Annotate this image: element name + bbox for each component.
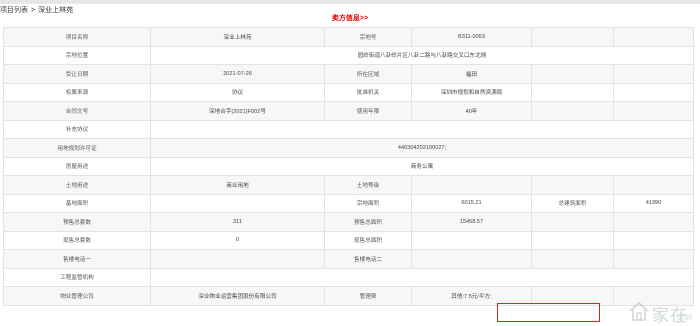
field-label: 管理费 [324,286,412,306]
project-info-table: 项目名称 深业上林苑 宗地号 B311-0053 宗地位置 园岭街道八卦岭片区八卦二路与八… [3,27,694,306]
field-value [613,27,694,47]
field-label: 土地等级 [324,175,412,195]
field-value [150,119,694,139]
field-value [613,101,694,121]
field-value: 商务公寓 [150,156,694,176]
table-row: 用地规划许可证 440304202100027; [3,138,694,158]
field-label: 房屋用途 [3,156,151,176]
field-value: 0 [150,230,325,250]
field-label [531,230,614,250]
table-row: 现售总套数 0 现售总面积 [3,230,694,250]
table-row: 合同文号 深地合字(2021)F002号 使用年限 40年 [3,101,694,121]
field-value [613,82,694,102]
house-logo-icon [629,301,649,321]
field-value: 15458.57 [411,212,532,232]
field-label: 预售总套数 [3,212,151,232]
field-label [531,64,614,84]
table-row: 权属来源 协议 批准机关 深圳市规划和自然资源局 [3,82,694,102]
field-label: 所在区域 [324,64,412,84]
field-value: 311 [150,212,325,232]
field-label [531,82,614,102]
field-label: 总建筑面积 [531,193,614,213]
seller-info-title[interactable]: 卖方信息>> [0,13,700,25]
field-label [531,101,614,121]
field-value: 2021-07-26 [150,64,325,84]
field-label [531,27,614,47]
field-label [531,175,614,195]
field-label: 用地规划许可证 [3,138,151,158]
field-label: 现售总面积 [324,230,412,250]
field-value: 深业上林苑 [150,27,325,47]
field-value: 福田 [411,64,532,84]
table-row: 工程监管机构 [3,267,694,287]
table-row: 售楼电话一 售楼电话二 [3,249,694,269]
top-bar [0,0,700,4]
field-value [411,230,532,250]
field-value: 6015.21 [411,193,532,213]
field-value [411,249,532,269]
field-label: 宗地号 [324,27,412,47]
field-value: 深业物业运营集团股份有限公司 [150,286,325,306]
watermark-sub: 深圳 [676,313,692,322]
field-label: 基地面积 [3,193,151,213]
field-value: 440304202100027; [150,138,694,158]
field-label: 宗地位置 [3,45,151,65]
field-label: 权属来源 [3,82,151,102]
field-value [613,230,694,250]
field-label: 宗地面积 [324,193,412,213]
table-row: 项目名称 深业上林苑 宗地号 B311-0053 [3,27,694,47]
table-row: 预售总套数 311 预售总面积 15458.57 [3,212,694,232]
field-value: 商业用地 [150,175,325,195]
field-label: 项目名称 [3,27,151,47]
field-label: 预售总面积 [324,212,412,232]
field-label: 批准机关 [324,82,412,102]
field-value: 40年 [411,101,532,121]
field-value: 深地合字(2021)F002号 [150,101,325,121]
field-label: 土地用途 [3,175,151,195]
field-label: 受让日期 [3,64,151,84]
field-value [613,64,694,84]
table-row: 宗地位置 园岭街道八卦岭片区八卦二路与八卦路交叉口东北侧 [3,45,694,65]
field-value [613,175,694,195]
table-row: 受让日期 2021-07-26 所在区域 福田 [3,64,694,84]
field-label: 现售总套数 [3,230,151,250]
field-value: 41990 [613,193,694,213]
field-label: 补充协议 [3,119,151,139]
field-value [411,175,532,195]
field-value: 协议 [150,82,325,102]
table-row: 基地面积 宗地面积 6015.21 总建筑面积 41990 [3,193,694,213]
table-row: 土地用途 商业用地 土地等级 [3,175,694,195]
field-label [531,249,614,269]
field-value [150,193,325,213]
field-label: 使用年限 [324,101,412,121]
field-value [613,249,694,269]
field-value [150,249,325,269]
table-row: 房屋用途 商务公寓 [3,156,694,176]
field-label: 物业管理公司 [3,286,151,306]
field-label: 售楼电话二 [324,249,412,269]
field-label: 工程监管机构 [3,267,151,287]
management-fee-highlight [497,303,600,322]
field-value: 园岭街道八卦岭片区八卦二路与八卦路交叉口东北侧 [150,45,694,65]
field-value [613,212,694,232]
field-value [150,267,694,287]
field-label [531,212,614,232]
table-row: 补充协议 [3,119,694,139]
field-value: B311-0053 [411,27,532,47]
field-label: 售楼电话一 [3,249,151,269]
field-label: 合同文号 [3,101,151,121]
field-value: 深圳市规划和自然资源局 [411,82,532,102]
site-watermark: 家在 深圳 [628,298,698,326]
